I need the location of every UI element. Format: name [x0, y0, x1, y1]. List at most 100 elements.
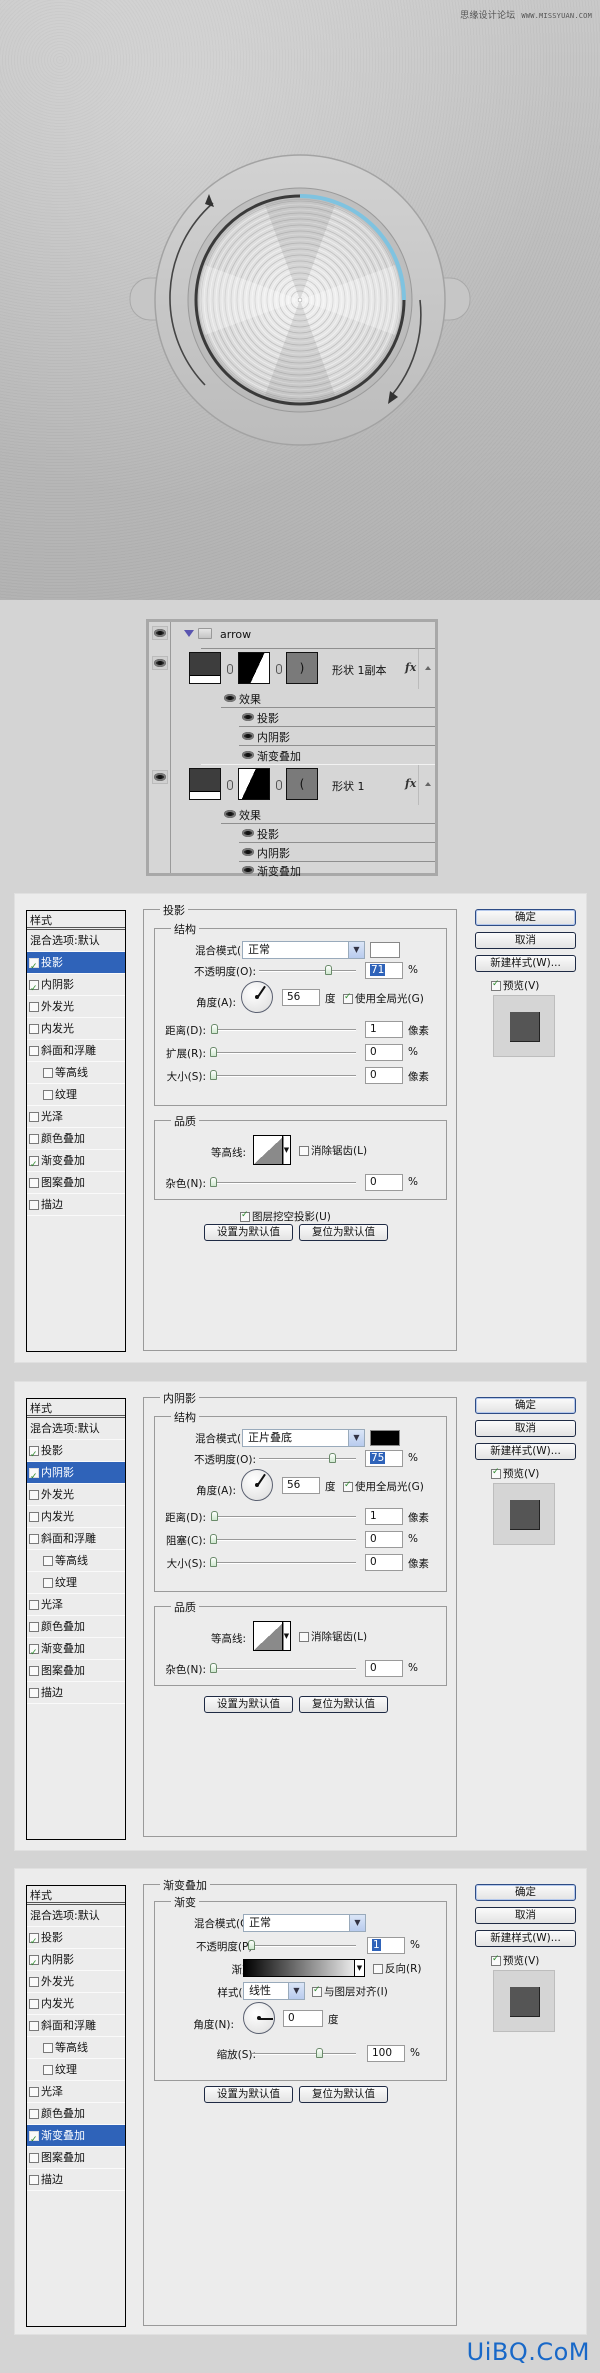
style-item[interactable]: 等高线 — [27, 1550, 125, 1572]
style-item[interactable]: 等高线 — [27, 2037, 125, 2059]
noise-slider[interactable] — [210, 1663, 356, 1673]
anti-aliased-checkbox[interactable]: 消除锯齿(L) — [299, 1629, 367, 1644]
preview-checkbox[interactable]: 预览(V) — [491, 1466, 539, 1481]
eye-icon[interactable] — [242, 829, 254, 837]
checkbox-icon[interactable] — [29, 2108, 39, 2119]
expand-triangle-icon[interactable] — [184, 630, 194, 637]
style-item[interactable]: 内阴影 — [27, 1462, 125, 1488]
slider-thumb[interactable] — [210, 1070, 217, 1080]
opacity-slider[interactable] — [248, 1940, 356, 1950]
checkbox-icon[interactable] — [29, 2174, 39, 2185]
fx-icon[interactable]: fx — [405, 661, 416, 674]
blend-mode-select[interactable]: 正常 ▼ — [243, 1914, 366, 1932]
checkbox-icon[interactable] — [29, 1998, 39, 2009]
checkbox-icon[interactable] — [29, 1621, 39, 1632]
layer-row[interactable]: ) 形状 1副本 fx — [172, 649, 435, 689]
checkbox-icon[interactable] — [43, 2064, 53, 2075]
use-global-light-checkbox[interactable]: 使用全局光(G) — [343, 991, 424, 1006]
contour-picker[interactable]: ▼ — [253, 1621, 291, 1651]
distance-slider[interactable] — [210, 1024, 356, 1034]
style-item[interactable]: 内阴影 — [27, 1949, 125, 1975]
angle-input[interactable]: 0 — [283, 2010, 323, 2027]
blend-mode-select[interactable]: 正常 ▼ — [242, 941, 365, 959]
checkbox-icon[interactable] — [29, 1687, 39, 1698]
cancel-button[interactable]: 取消 — [475, 1907, 576, 1924]
distance-input[interactable]: 1 — [365, 1021, 403, 1038]
checkbox-icon[interactable] — [29, 2086, 39, 2097]
dropdown-arrow-icon[interactable]: ▼ — [354, 1960, 364, 1976]
style-item[interactable]: 光泽 — [27, 1106, 125, 1128]
style-item[interactable]: 投影 — [27, 952, 125, 978]
use-global-light-checkbox[interactable]: 使用全局光(G) — [343, 1479, 424, 1494]
reset-default-button[interactable]: 复位为默认值 — [299, 1224, 388, 1241]
style-item[interactable]: 纹理 — [27, 1084, 125, 1106]
checkbox-icon[interactable] — [29, 1953, 39, 1975]
slider-thumb[interactable] — [210, 1024, 218, 1034]
style-item[interactable]: 内发光 — [27, 1993, 125, 2015]
style-item[interactable]: 斜面和浮雕 — [27, 1040, 125, 1062]
slider-thumb[interactable] — [210, 1511, 218, 1521]
new-style-button[interactable]: 新建样式(W)... — [475, 955, 576, 972]
ok-button[interactable]: 确定 — [475, 909, 576, 926]
style-item[interactable]: 描边 — [27, 2169, 125, 2191]
style-item[interactable]: 渐变叠加 — [27, 1638, 125, 1664]
effects-row[interactable]: 效果 — [172, 689, 435, 708]
checkbox-icon[interactable] — [29, 1511, 39, 1522]
checkbox-icon[interactable] — [29, 1045, 39, 1056]
reverse-checkbox[interactable]: 反向(R) — [373, 1961, 422, 1976]
make-default-button[interactable]: 设置为默认值 — [204, 1696, 293, 1713]
angle-dial[interactable] — [241, 981, 273, 1013]
scale-slider[interactable] — [252, 2048, 356, 2058]
style-item[interactable]: 图案叠加 — [27, 1172, 125, 1194]
opacity-input[interactable]: 75 — [365, 1450, 403, 1467]
effect-row[interactable]: 渐变叠加 — [172, 746, 435, 765]
checkbox-icon[interactable] — [29, 2129, 39, 2151]
style-item[interactable]: 光泽 — [27, 2081, 125, 2103]
effect-row[interactable]: 内阴影 — [172, 843, 435, 862]
spread-slider[interactable] — [210, 1047, 356, 1057]
checkbox-icon[interactable] — [43, 1067, 53, 1078]
opacity-input[interactable]: 1 — [367, 1937, 405, 1954]
style-item[interactable]: 内发光 — [27, 1506, 125, 1528]
checkbox-icon[interactable] — [29, 1001, 39, 1012]
slider-thumb[interactable] — [315, 2048, 323, 2058]
eye-icon[interactable] — [242, 732, 254, 740]
checkbox-icon[interactable] — [29, 1976, 39, 1987]
checkbox-icon[interactable] — [29, 1466, 39, 1488]
layer-row[interactable]: ( 形状 1 fx — [172, 765, 435, 805]
gradient-picker[interactable]: ▼ — [243, 1959, 365, 1977]
checkbox-icon[interactable] — [43, 1555, 53, 1566]
scale-input[interactable]: 100 — [367, 2045, 405, 2062]
effect-row[interactable]: 渐变叠加 — [172, 862, 435, 879]
layer-1-visibility-toggle[interactable] — [152, 656, 168, 670]
choke-slider[interactable] — [210, 1534, 356, 1544]
eye-icon[interactable] — [224, 810, 236, 818]
checkbox-icon[interactable] — [43, 2042, 53, 2053]
eye-icon[interactable] — [224, 694, 236, 702]
spread-input[interactable]: 0 — [365, 1044, 403, 1061]
style-item[interactable]: 纹理 — [27, 2059, 125, 2081]
style-item[interactable]: 颜色叠加 — [27, 2103, 125, 2125]
size-slider[interactable] — [210, 1557, 356, 1567]
size-slider[interactable] — [210, 1070, 356, 1080]
style-item[interactable]: 渐变叠加 — [27, 2125, 125, 2151]
slider-thumb[interactable] — [210, 1663, 217, 1673]
style-item[interactable]: 颜色叠加 — [27, 1128, 125, 1150]
eye-icon[interactable] — [242, 751, 254, 759]
checkbox-icon[interactable] — [29, 1133, 39, 1144]
opacity-slider[interactable] — [259, 965, 356, 975]
reset-default-button[interactable]: 复位为默认值 — [299, 2086, 388, 2103]
checkbox-icon[interactable] — [29, 1023, 39, 1034]
ok-button[interactable]: 确定 — [475, 1397, 576, 1414]
slider-thumb[interactable] — [210, 1534, 217, 1544]
layer-group-row[interactable]: arrow — [172, 622, 435, 649]
contour-picker[interactable]: ▼ — [253, 1135, 291, 1165]
style-item[interactable]: 光泽 — [27, 1594, 125, 1616]
effect-row[interactable]: 内阴影 — [172, 727, 435, 746]
style-item[interactable]: 斜面和浮雕 — [27, 1528, 125, 1550]
effect-row[interactable]: 投影 — [172, 824, 435, 843]
checkbox-icon[interactable] — [29, 1599, 39, 1610]
noise-input[interactable]: 0 — [365, 1174, 403, 1191]
checkbox-icon[interactable] — [29, 1177, 39, 1188]
noise-input[interactable]: 0 — [365, 1660, 403, 1677]
